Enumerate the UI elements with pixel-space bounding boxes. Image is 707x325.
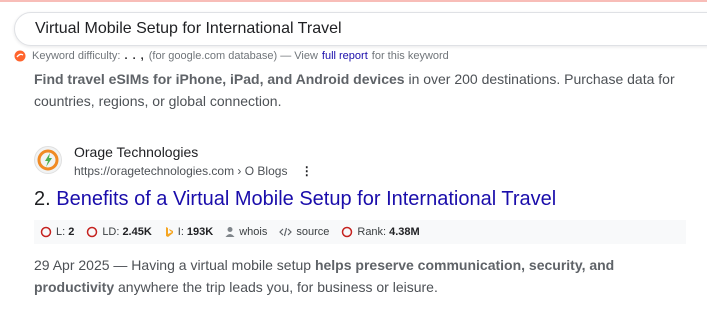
circle-icon [87,226,98,238]
snippet-part-a: — Having a virtual mobile setup [109,257,315,273]
previous-result-snippet: Find travel eSIMs for iPhone, iPad, and … [34,68,694,112]
site-favicon-icon[interactable] [34,146,62,174]
metric-ld-label: LD: [102,226,120,238]
keyword-db-note: (for google.com database) — View [148,50,318,62]
semrush-logo-icon [14,50,26,62]
keyword-difficulty-label: Keyword difficulty: [32,50,121,62]
result-snippet: 29 Apr 2025 — Having a virtual mobile se… [34,254,674,298]
metric-i[interactable]: I: 193K [164,226,213,238]
result-title: 2. Benefits of a Virtual Mobile Setup fo… [34,186,556,212]
metric-rank[interactable]: Rank: 4.38M [341,226,420,238]
site-name[interactable]: Orage Technologies [74,144,198,160]
circle-icon [342,226,353,238]
result-title-link[interactable]: Benefits of a Virtual Mobile Setup for I… [56,188,556,210]
whois-link[interactable]: whois [225,226,267,238]
result-number: 2. [34,188,51,210]
site-url[interactable]: https://oragetechnologies.com › O Blogs … [74,164,313,178]
snippet-part-c: anywhere the trip leads you, for busines… [114,279,438,295]
circle-icon [40,226,52,238]
site-url-text: https://oragetechnologies.com › O Blogs [74,164,288,178]
source-link[interactable]: source [279,226,329,238]
keyword-difficulty-value: . . , [124,50,145,62]
metric-i-value: 193K [186,226,214,238]
metric-rank-label: Rank: [357,226,387,238]
metric-i-label: I: [177,226,184,238]
code-icon [279,227,293,237]
metric-l-label: L: [56,226,66,238]
metric-rank-value: 4.38M [389,226,420,238]
more-options-icon[interactable]: ⋮ [301,164,313,178]
keyword-suffix: for this keyword [371,50,449,62]
seo-metrics-bar: L: 2 LD: 2.45K I: 193K whois source Rank… [34,220,686,244]
metric-ld[interactable]: LD: 2.45K [86,226,152,238]
top-accent-line [0,0,707,2]
orage-logo-icon [37,149,59,171]
whois-label: whois [239,226,268,238]
result-date: 29 Apr 2025 [34,257,110,273]
person-icon [225,227,235,237]
metric-l[interactable]: L: 2 [40,226,74,238]
keyword-difficulty-bar: Keyword difficulty: . . , (for google.co… [14,49,449,63]
metric-ld-value: 2.45K [122,226,152,238]
full-report-link[interactable]: full report [322,50,368,62]
search-query[interactable]: Virtual Mobile Setup for International T… [35,20,342,38]
metric-l-value: 2 [68,226,75,238]
source-label: source [296,226,330,238]
search-box[interactable]: Virtual Mobile Setup for International T… [14,12,707,46]
bing-icon [165,227,173,237]
previous-snippet-bold: Find travel eSIMs for iPhone, iPad, and … [34,71,405,87]
